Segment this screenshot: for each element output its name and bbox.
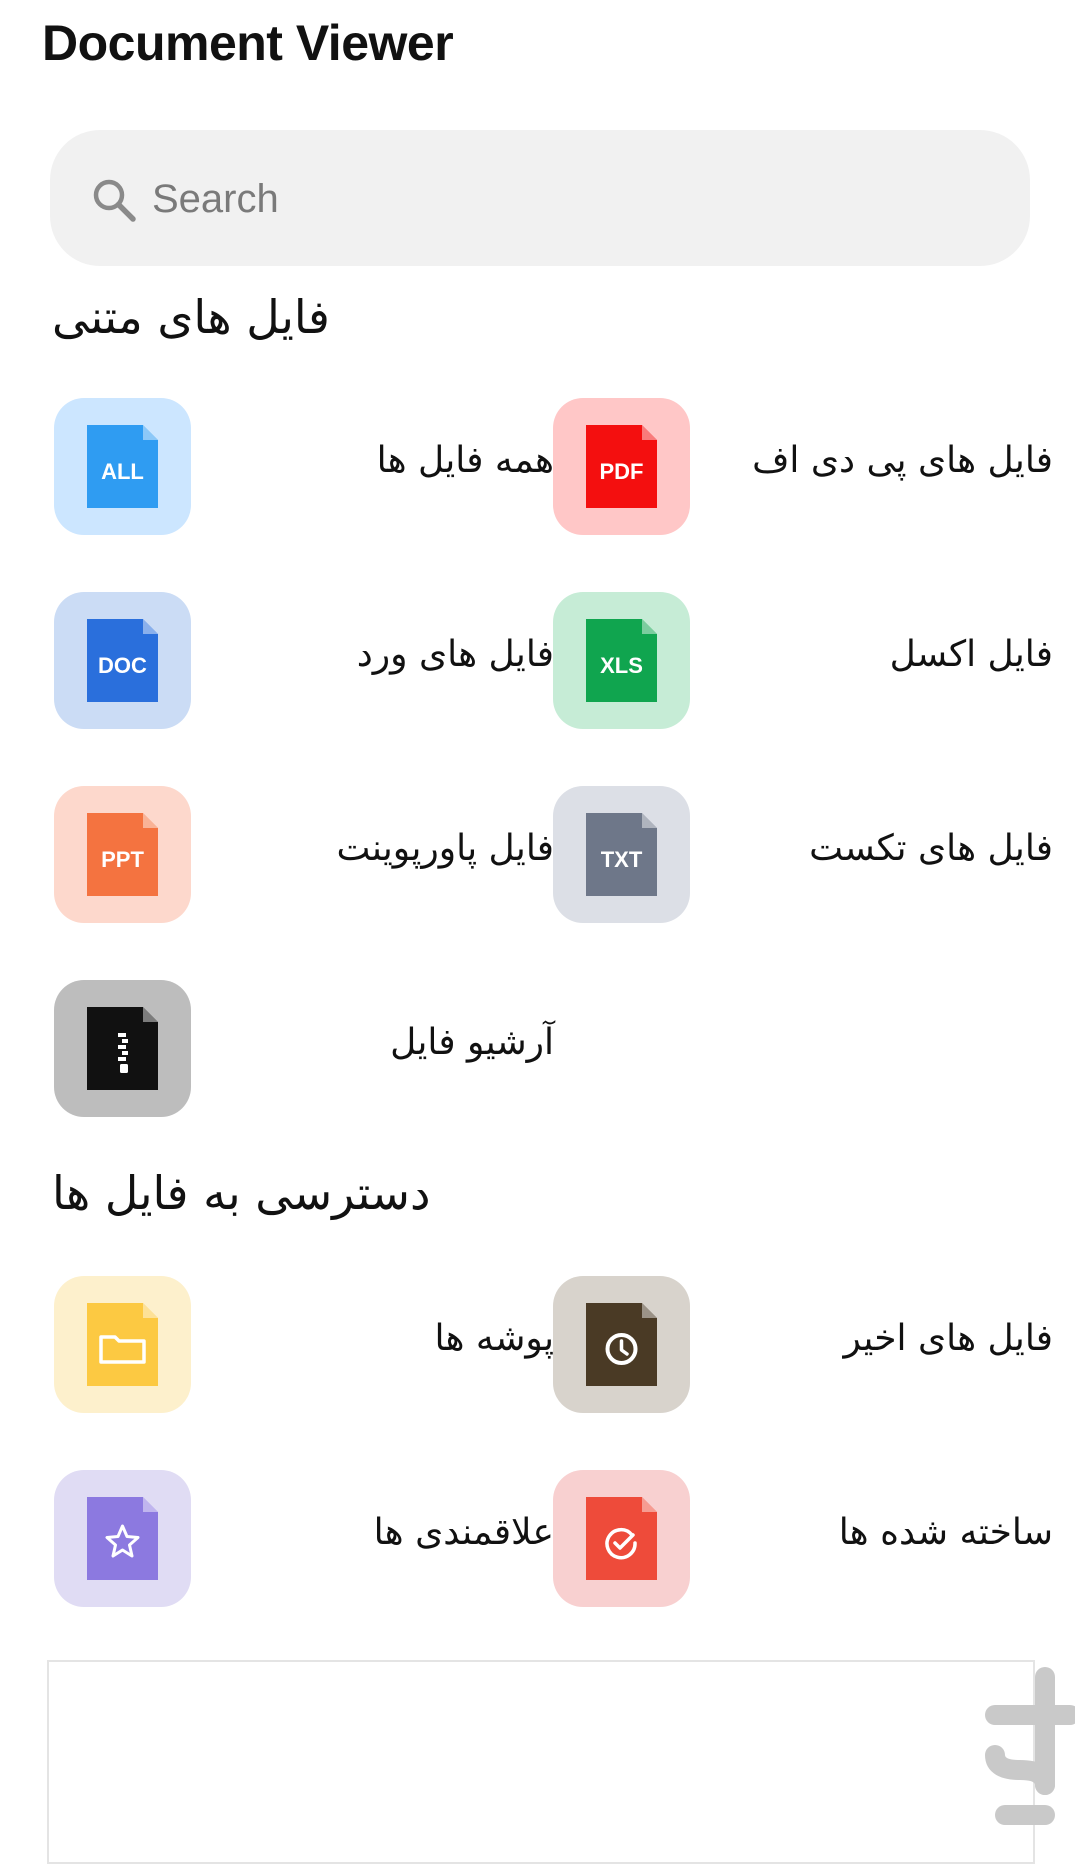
all-icon-text: ALL	[101, 459, 144, 484]
txt-file-icon: TXT	[586, 813, 657, 896]
txt-icon-text: TXT	[601, 847, 643, 872]
tile-label: فایل پاورپوینت	[336, 828, 554, 869]
ad-banner-area[interactable]	[47, 1660, 1035, 1864]
xls-file-icon: XLS	[586, 619, 657, 702]
tile-powerpoint-files[interactable]: PPT فایل پاورپوینت	[54, 786, 554, 926]
doc-file-icon: DOC	[87, 619, 158, 702]
tile-folders[interactable]: پوشه ها	[54, 1276, 554, 1416]
tile-archive-files[interactable]: آرشیو فایل	[54, 980, 554, 1120]
tile-pdf-files[interactable]: PDF فایل های پی دی اف	[553, 398, 1053, 538]
search-input[interactable]	[150, 168, 974, 230]
section-title-text-files: فایل های متنی	[52, 290, 330, 344]
tile-label: همه فایل ها	[376, 440, 554, 481]
tile-label: پوشه ها	[434, 1318, 554, 1359]
doc-icon-text: DOC	[98, 653, 147, 678]
section-title-file-access: دسترسی به فایل ها	[52, 1166, 431, 1220]
tile-text-files[interactable]: TXT فایل های تکست	[553, 786, 1053, 926]
recent-clock-icon	[586, 1303, 657, 1386]
tile-favorites[interactable]: علاقمندی ها	[54, 1470, 554, 1610]
pdf-file-icon: PDF	[586, 425, 657, 508]
all-files-icon: ALL	[87, 425, 158, 508]
tile-recent-files[interactable]: فایل های اخیر	[553, 1276, 1053, 1416]
tile-label: علاقمندی ها	[373, 1512, 554, 1553]
tile-created-files[interactable]: ساخته شده ها	[553, 1470, 1053, 1610]
zip-file-icon	[87, 1007, 158, 1090]
check-circle-icon	[586, 1497, 657, 1580]
tile-label: فایل های اخیر	[843, 1318, 1053, 1359]
tile-label: فایل اکسل	[889, 634, 1053, 675]
tile-label: فایل های ورد	[356, 634, 554, 675]
cafe-bazaar-watermark-icon	[985, 1667, 1075, 1825]
tile-label: آرشیو فایل	[390, 1022, 554, 1063]
tile-all-files[interactable]: ALL همه فایل ها	[54, 398, 554, 538]
tile-word-files[interactable]: DOC فایل های ورد	[54, 592, 554, 732]
tile-label: فایل های تکست	[809, 828, 1053, 869]
tile-label: ساخته شده ها	[838, 1512, 1053, 1553]
app-title: Document Viewer	[42, 15, 454, 71]
pdf-icon-text: PDF	[600, 459, 644, 484]
ppt-file-icon: PPT	[87, 813, 158, 896]
search-icon	[93, 179, 136, 222]
tile-label: فایل های پی دی اف	[752, 440, 1053, 481]
folder-icon	[87, 1303, 158, 1386]
xls-icon-text: XLS	[600, 653, 643, 678]
search-bar[interactable]	[50, 130, 1030, 266]
tile-excel-files[interactable]: XLS فایل اکسل	[553, 592, 1053, 732]
star-icon	[87, 1497, 158, 1580]
ppt-icon-text: PPT	[101, 847, 144, 872]
